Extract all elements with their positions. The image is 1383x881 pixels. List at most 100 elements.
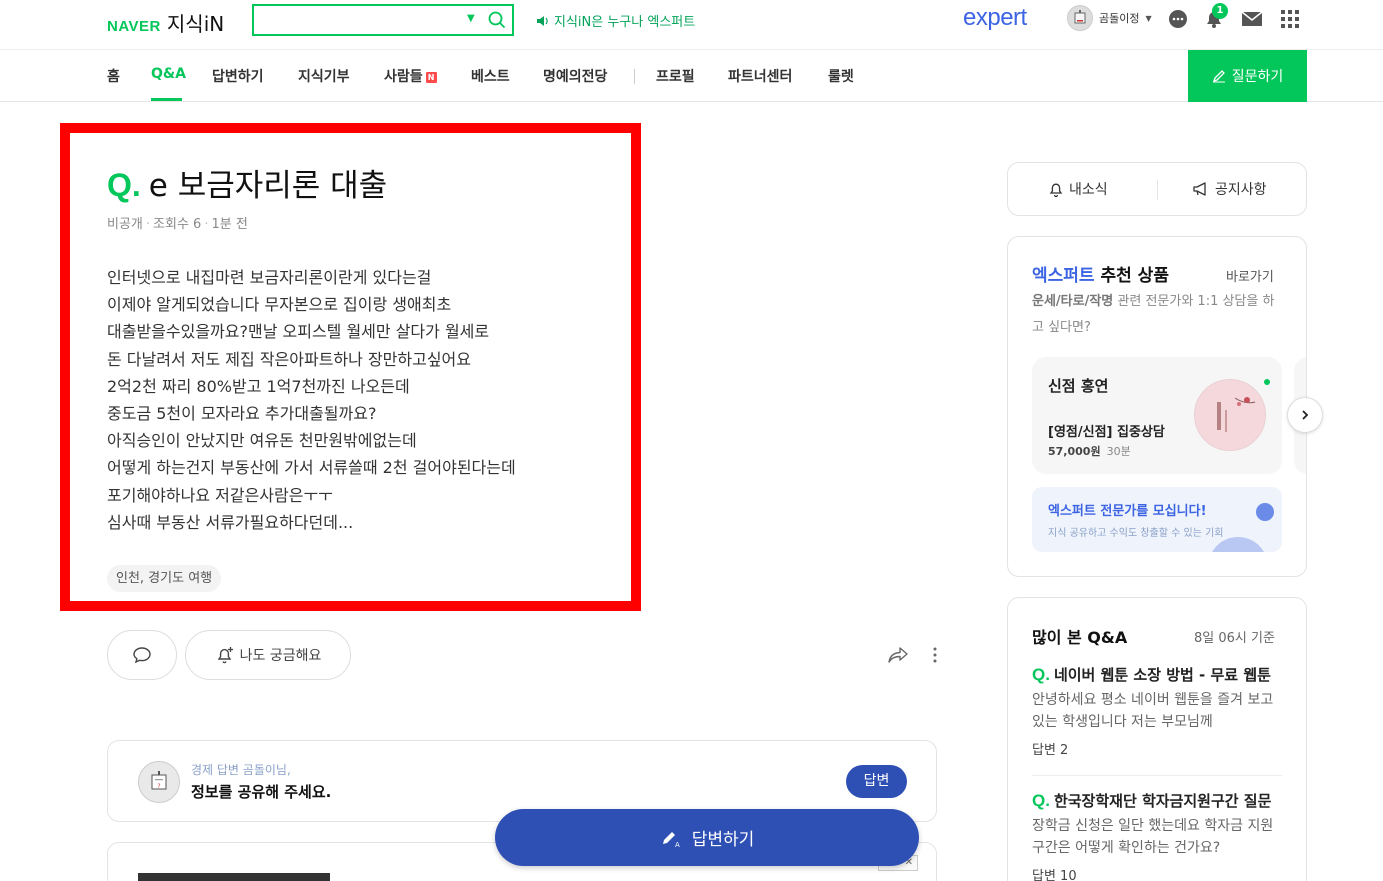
jisikin-logo[interactable]: 지식iN <box>167 8 224 37</box>
body-line: 심사때 부동산 서류가필요하다던데... <box>107 512 354 532</box>
robot-avatar-icon: ? <box>151 771 167 790</box>
list-item[interactable]: Q. 네이버 웹툰 소장 방법 - 무료 웹툰 안녕하세요 평소 네이버 웹툰을 … <box>1032 664 1282 758</box>
floating-answer-label: 답변하기 <box>691 830 755 850</box>
popular-question-text: 한국장학재단 학자금지원구간 질문 <box>1053 792 1272 810</box>
megaphone-icon <box>1193 182 1206 196</box>
body-line: 이제야 알게되었습니다 무자본으로 집이랑 생애최초 <box>107 295 452 315</box>
logo[interactable]: NAVER 지식iN <box>107 8 224 36</box>
avatar[interactable] <box>1067 5 1093 31</box>
search-icon[interactable] <box>487 10 507 30</box>
nav-answer[interactable]: 답변하기 <box>212 66 264 86</box>
caret-down-icon[interactable]: ▼ <box>467 13 475 24</box>
list-divider <box>1032 775 1282 776</box>
expert-recommend-box: 엑스퍼트 추천 상품 바로가기 운세/타로/작명 관련 전문가와 1:1 상담을… <box>1007 236 1307 577</box>
comment-button[interactable] <box>107 630 177 680</box>
body-line: 2억2천 짜리 80%받고 1억7천까진 나오든데 <box>107 376 410 396</box>
q-mark: Q. <box>1032 665 1050 684</box>
answer-prompt-subtitle: 경제 답변 곰돌이님, <box>191 763 291 777</box>
body-line: 대출받을수있을까요?맨날 오피스텔 월세만 살다가 월세로 <box>107 322 490 342</box>
popular-question-body: 장학금 신청은 일단 했는데요 학자금 지원구간은 어떻게 확인하는 건가요? <box>1032 818 1274 856</box>
expert-shortcut-link[interactable]: 바로가기 <box>1226 266 1274 285</box>
expert-description: 운세/타로/작명 관련 전문가와 1:1 상담을 하고 싶다면? <box>1032 289 1282 341</box>
expert-product-card[interactable]: 신점 홍연 [영점/신점] 집중상담 57,000원 30분 <box>1032 357 1282 474</box>
plum-blossom-image <box>1217 397 1256 432</box>
chevron-down-icon[interactable]: ▼ <box>1145 14 1151 23</box>
answer-prompt-title: 정보를 공유해 주세요. <box>191 783 332 801</box>
apps-grid-icon[interactable] <box>1279 8 1301 30</box>
nav-hall-of-fame[interactable]: 명예의전당 <box>543 66 607 86</box>
chat-icon[interactable] <box>1167 8 1189 30</box>
carousel-next-button[interactable] <box>1287 397 1323 433</box>
nav-people-label: 사람들 <box>384 69 423 85</box>
nav-qna[interactable]: Q&A <box>151 66 186 82</box>
expert-desc-bold: 운세/타로/작명 <box>1032 294 1114 309</box>
q-mark: Q. <box>1032 791 1050 810</box>
expert-recruit-banner[interactable]: 엑스퍼트 전문가를 모십니다! 지식 공유하고 수익도 창출할 수 있는 기회 <box>1032 487 1282 552</box>
recruit-title: 엑스퍼트 전문가를 모십니다! <box>1048 504 1207 519</box>
my-news-button[interactable]: 내소식 <box>1048 179 1108 199</box>
announcements-label: 공지사항 <box>1215 182 1267 198</box>
body-line: 아직승인이 안났지만 여유돈 천만원밖에없는데 <box>107 431 417 451</box>
me-too-curious-button[interactable]: 나도 궁금해요 <box>185 630 351 680</box>
my-news-label: 내소식 <box>1069 182 1108 198</box>
popular-qna-time: 8일 06시 기준 <box>1194 631 1275 646</box>
product-image <box>1194 379 1266 451</box>
popular-question-text: 네이버 웹툰 소장 방법 - 무료 웹툰 <box>1053 666 1271 684</box>
notice-text[interactable]: 지식iN은 누구나 엑스퍼트 <box>554 11 695 30</box>
question-meta: 비공개 · 조회수 6 · 1분 전 <box>107 217 248 232</box>
list-item[interactable]: Q. 한국장학재단 학자금지원구간 질문 장학금 신청은 일단 했는데요 학자금 … <box>1032 790 1282 881</box>
user-name[interactable]: 곰돌이정 <box>1099 10 1139 26</box>
search-box: ▼ <box>252 4 514 36</box>
nav-donate[interactable]: 지식기부 <box>298 66 350 86</box>
nav-best[interactable]: 베스트 <box>471 66 510 86</box>
bell-plus-icon <box>217 647 233 664</box>
pencil-icon <box>1212 70 1225 83</box>
mail-icon[interactable] <box>1241 8 1263 30</box>
naver-logo[interactable]: NAVER <box>107 18 161 35</box>
recruit-subtitle: 지식 공유하고 수익도 창출할 수 있는 기회 <box>1048 528 1224 539</box>
new-badge: N <box>425 71 437 83</box>
more-options-icon[interactable] <box>928 645 942 665</box>
answer-button[interactable]: 답변 <box>846 765 907 798</box>
popular-qna-title: 많이 본 Q&A <box>1032 628 1128 647</box>
question-tag[interactable]: 인천, 경기도 여행 <box>107 565 222 592</box>
body-line: 포기해야하나요 저같은사람은ㅜㅜ <box>107 485 333 505</box>
product-price-value: 57,000원 <box>1048 445 1101 458</box>
question-time: 1분 전 <box>211 217 248 232</box>
notify-divider <box>1157 180 1158 200</box>
question-views: 조회수 6 <box>153 217 202 232</box>
ask-question-button[interactable]: 질문하기 <box>1188 50 1307 102</box>
expert-logo[interactable]: expert <box>963 4 1027 32</box>
avatar: ? <box>138 761 180 803</box>
ad-image[interactable] <box>138 873 330 881</box>
comment-icon <box>133 647 151 664</box>
search-input[interactable] <box>254 6 454 34</box>
ask-question-label: 질문하기 <box>1231 68 1284 84</box>
nav-home[interactable]: 홈 <box>107 66 120 86</box>
notification-badge: 1 <box>1212 3 1228 19</box>
product-price: 57,000원 30분 <box>1048 443 1131 459</box>
popular-question-body: 안녕하세요 평소 네이버 웹툰을 즐겨 보고 있는 학생입니다 저는 부모님께 <box>1032 692 1274 730</box>
nav-divider <box>634 69 635 84</box>
chevron-right-icon <box>1302 410 1309 420</box>
question-title-text: e 보금자리론 대출 <box>148 168 388 204</box>
svg-text:?: ? <box>157 783 160 790</box>
nav-roulette[interactable]: 룰렛 <box>828 66 854 86</box>
share-icon[interactable] <box>887 645 909 665</box>
top-header: NAVER 지식iN ▼ 지식iN은 누구나 엑스퍼트 expert 곰돌이정 … <box>0 0 1383 50</box>
floating-answer-button[interactable]: A 답변하기 <box>495 809 919 866</box>
nav-profile[interactable]: 프로필 <box>656 66 695 86</box>
notice-link[interactable]: 지식iN은 누구나 엑스퍼트 <box>536 11 695 30</box>
user-menu[interactable]: 곰돌이정 ▼ <box>1067 5 1152 31</box>
bell-icon <box>1049 183 1063 197</box>
popular-answer-count: 답변 10 <box>1032 869 1077 881</box>
nav-partner-center[interactable]: 파트너센터 <box>728 66 792 86</box>
me-too-curious-label: 나도 궁금해요 <box>239 648 322 664</box>
speaker-icon <box>537 15 548 26</box>
announcements-button[interactable]: 공지사항 <box>1192 179 1267 199</box>
body-line: 어떻게 하는건지 부동산에 가서 서류쓸때 2천 걸어야된다는데 <box>107 458 516 478</box>
popular-question-title: Q. 네이버 웹툰 소장 방법 - 무료 웹툰 <box>1032 664 1282 685</box>
robot-avatar-icon <box>1074 10 1086 24</box>
nav-people[interactable]: 사람들 N <box>384 66 437 86</box>
question-body: 인터넷으로 내집마련 보금자리론이란게 있다는걸 이제야 알게되었습니다 무자본… <box>107 264 607 536</box>
